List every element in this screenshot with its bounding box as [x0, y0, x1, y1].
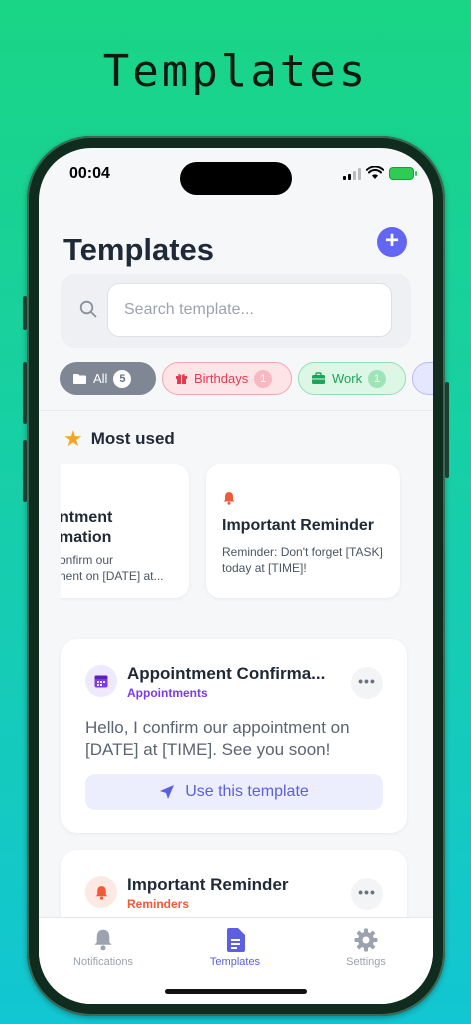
page-title: Templates	[63, 232, 215, 267]
gift-icon	[176, 373, 187, 384]
use-template-button[interactable]: Use this template	[85, 774, 383, 810]
more-options-button[interactable]: •••	[351, 667, 383, 699]
tab-label: Notifications	[73, 956, 133, 968]
most-used-card[interactable]: ntment mation onfirm our nent on [DATE] …	[61, 464, 189, 598]
filter-chips: All 5 Birthdays 1 Work 1	[60, 362, 433, 396]
search-input[interactable]	[107, 283, 392, 337]
template-title: Important Reminder	[127, 875, 289, 894]
template-card[interactable]: Appointment Confirma... Appointments •••…	[61, 639, 407, 833]
volume-down-button	[23, 440, 27, 502]
bell-icon	[85, 876, 117, 908]
search-icon	[79, 300, 97, 318]
tab-notifications[interactable]: Notifications	[48, 926, 158, 968]
star-icon: ★	[63, 426, 83, 451]
banner-title: Templates	[102, 46, 369, 97]
briefcase-icon	[312, 372, 325, 384]
most-used-card-body: onfirm our nent on [DATE] at...	[61, 553, 164, 583]
document-icon	[227, 928, 245, 952]
bell-icon	[223, 492, 235, 505]
dynamic-island	[180, 162, 292, 195]
filter-chip-count: 1	[254, 369, 273, 388]
template-body: Hello, I confirm our appointment on [DAT…	[85, 718, 350, 759]
add-template-button[interactable]: +	[377, 227, 407, 257]
phone-frame: 00:04 Templates + All	[23, 136, 449, 1016]
most-used-card-title: ntment mation	[61, 509, 113, 546]
tab-label: Settings	[346, 956, 386, 968]
app-screen: 00:04 Templates + All	[39, 148, 433, 1004]
filter-chip-label: Work	[332, 371, 363, 386]
volume-up-button	[23, 362, 27, 424]
home-indicator[interactable]	[165, 989, 307, 994]
more-options-button[interactable]: •••	[351, 878, 383, 910]
filter-chip-count: 5	[113, 369, 132, 388]
cellular-signal-icon	[343, 168, 361, 180]
use-template-label: Use this template	[185, 783, 309, 800]
filter-chip-all[interactable]: All 5	[60, 362, 156, 395]
most-used-carousel[interactable]: ntment mation onfirm our nent on [DATE] …	[61, 464, 433, 604]
filter-chip-label: Birthdays	[194, 371, 249, 386]
power-button	[445, 382, 449, 478]
battery-charging-icon	[389, 167, 417, 180]
filter-chip-count: 1	[368, 369, 387, 388]
tab-templates[interactable]: Templates	[180, 926, 290, 968]
divider	[39, 410, 433, 411]
filter-chip-work[interactable]: Work 1	[298, 362, 406, 395]
folder-icon	[73, 373, 86, 384]
tab-settings[interactable]: Settings	[311, 926, 421, 968]
send-icon	[160, 785, 175, 799]
most-used-header: ★ Most used	[63, 428, 175, 450]
status-time: 00:04	[69, 165, 110, 182]
template-title: Appointment Confirma...	[127, 664, 326, 683]
gear-icon	[354, 928, 378, 952]
bell-icon	[94, 929, 112, 951]
tab-label: Templates	[209, 956, 261, 968]
most-used-card[interactable]: Important Reminder Reminder: Don't forge…	[206, 464, 400, 598]
filter-chip-more[interactable]	[412, 362, 433, 395]
silent-switch	[23, 296, 27, 330]
filter-chip-label: All	[93, 371, 108, 386]
template-category: Appointments	[127, 686, 208, 700]
filter-chip-birthdays[interactable]: Birthdays 1	[162, 362, 292, 395]
wifi-icon	[366, 166, 384, 179]
most-used-title: Most used	[90, 429, 175, 448]
calendar-icon	[85, 665, 117, 697]
most-used-card-title: Important Reminder	[222, 517, 375, 534]
template-category: Reminders	[127, 897, 190, 911]
most-used-card-body: Reminder: Don't forget [TASK] today at […	[222, 545, 383, 575]
search-container	[61, 274, 411, 348]
